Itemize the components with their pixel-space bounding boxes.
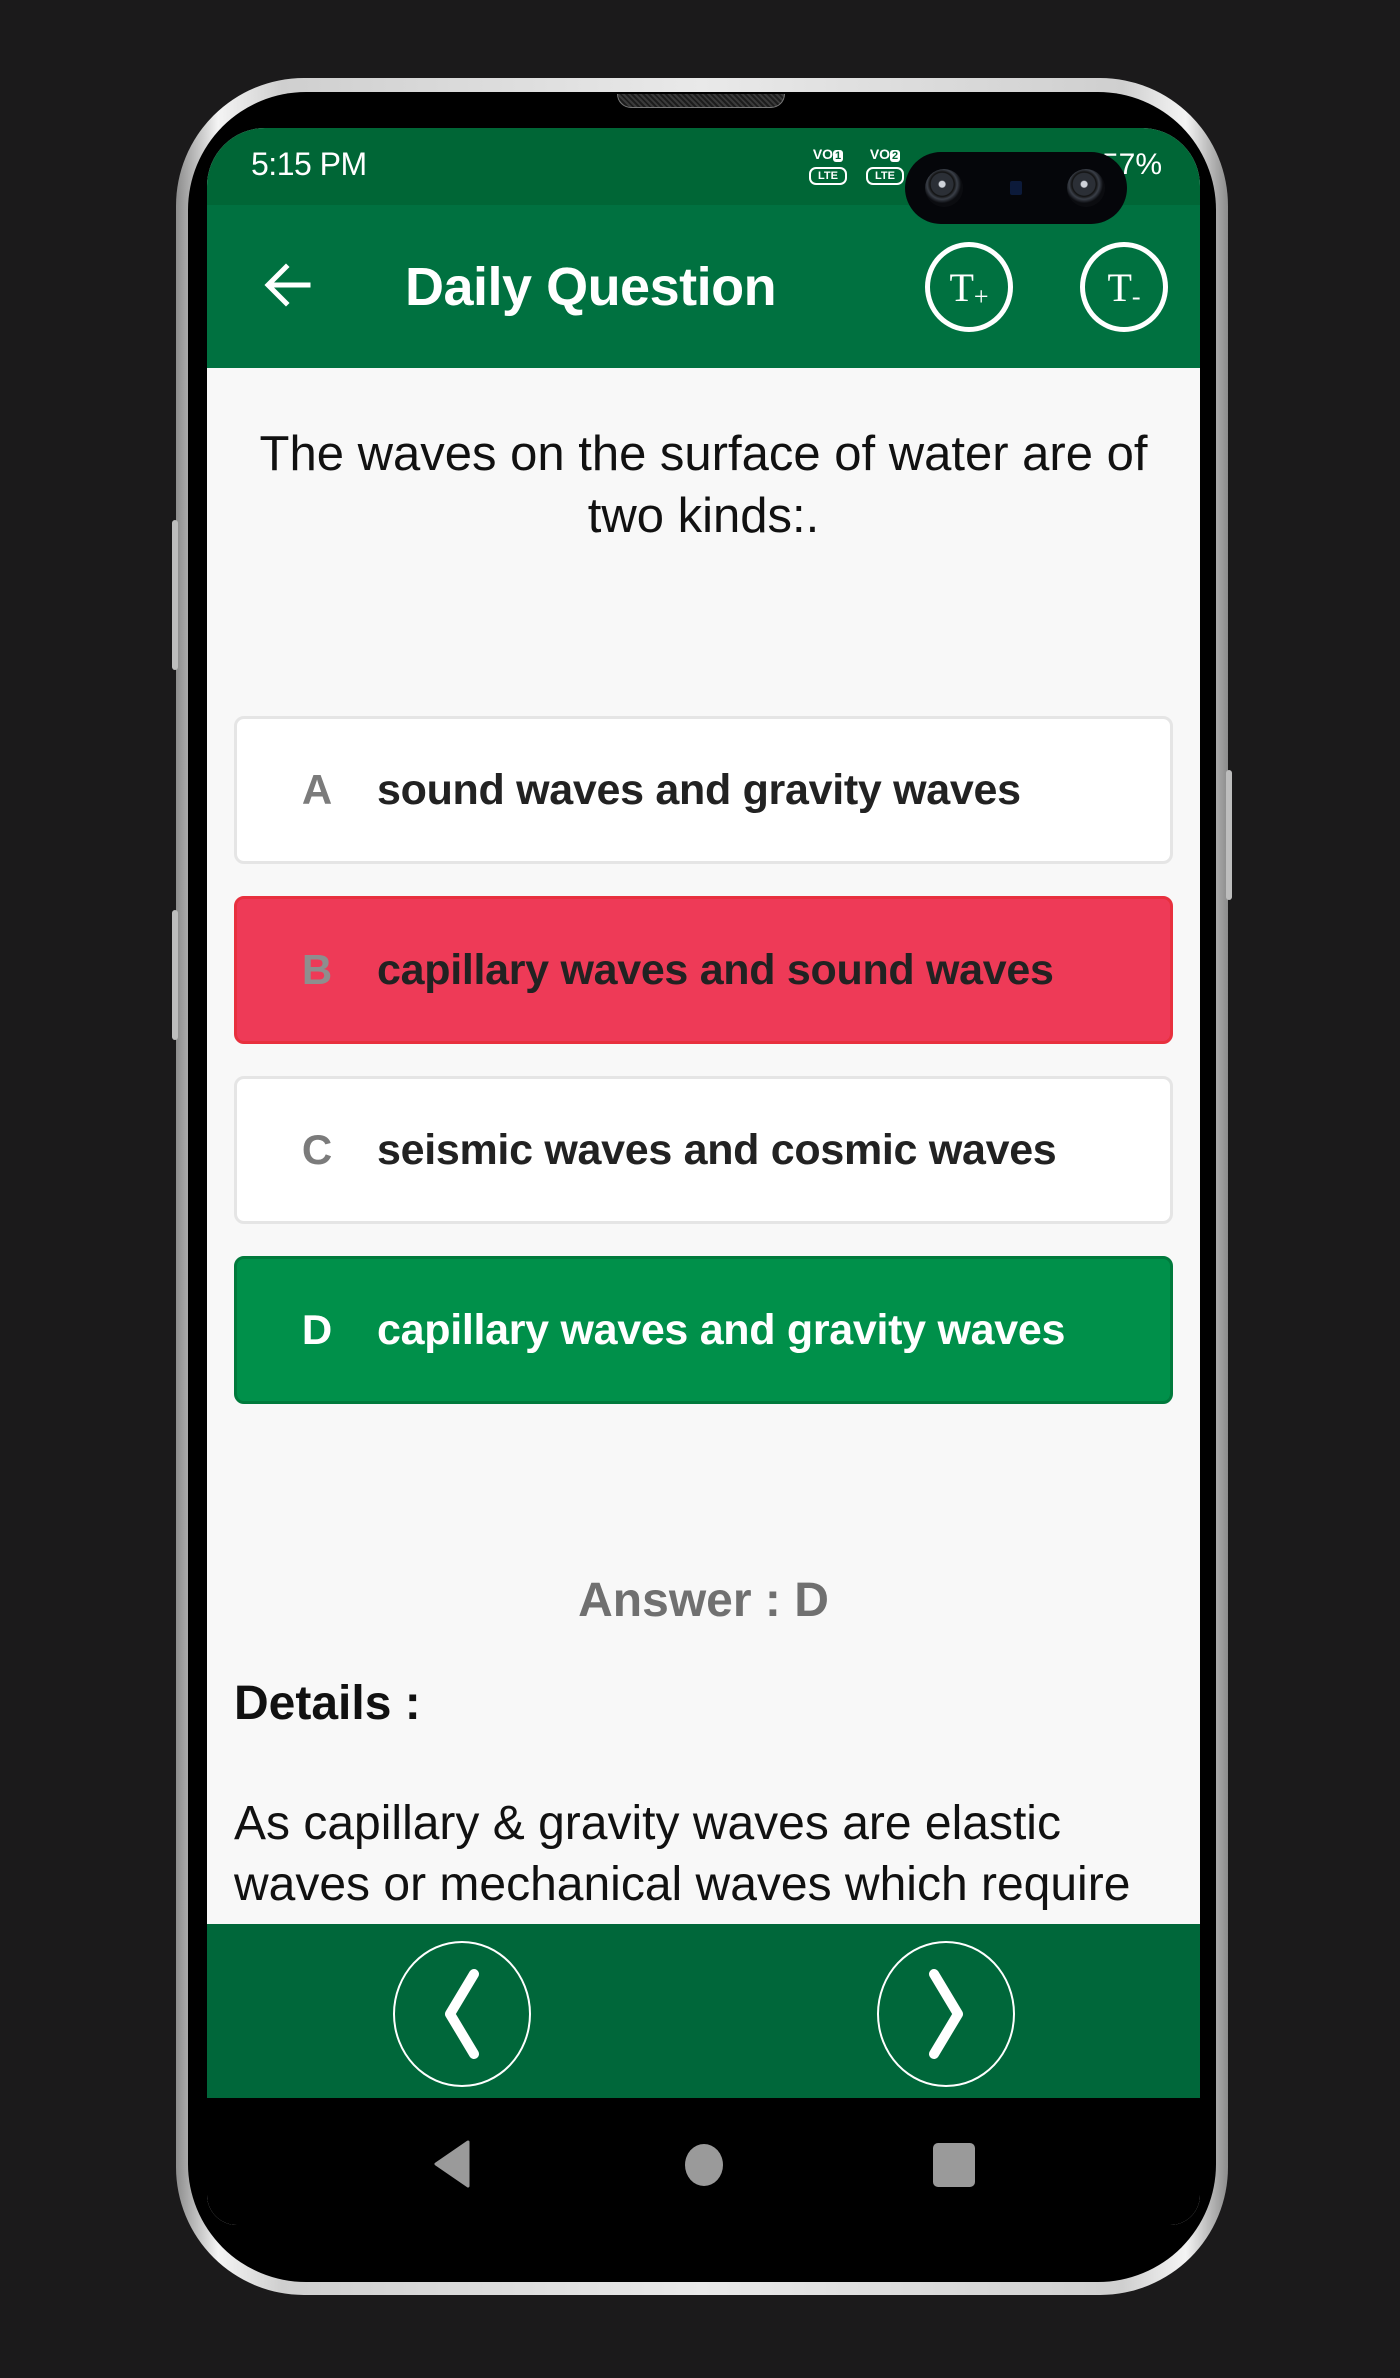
app-bar: Daily Question T+ T-	[207, 205, 1200, 368]
option-letter: A	[301, 766, 333, 813]
next-question-button[interactable]	[877, 1941, 1015, 2087]
option-letter: D	[301, 1306, 333, 1353]
sim2-slot: 2	[890, 150, 901, 162]
phone-side-button	[172, 910, 178, 1040]
system-nav-bar	[207, 2098, 1200, 2225]
phone-speaker-grille	[617, 94, 785, 108]
camera-cutout	[905, 152, 1127, 224]
sim1-network: LTE	[809, 167, 847, 185]
triangle-back-icon[interactable]	[432, 2140, 472, 2188]
option-letter: B	[301, 946, 333, 993]
details-body: As capillary & gravity waves are elastic…	[234, 1797, 1131, 1924]
page-title: Daily Question	[405, 257, 777, 317]
option-d[interactable]: D capillary waves and gravity waves	[234, 1256, 1173, 1404]
camera-lens-icon	[925, 169, 963, 207]
previous-question-button[interactable]	[393, 1941, 531, 2087]
question-content: The waves on the surface of water are of…	[207, 368, 1200, 1924]
option-c[interactable]: C seismic waves and cosmic waves	[234, 1076, 1173, 1224]
option-text: capillary waves and gravity waves	[377, 1305, 1066, 1354]
phone-side-button	[1226, 770, 1232, 900]
chevron-left-icon	[445, 1969, 479, 2059]
sim2-volte-icon: VO 2 LTE	[866, 146, 904, 186]
question-text: The waves on the surface of water are of…	[259, 427, 1148, 543]
bottom-nav	[207, 1924, 1200, 2098]
sim2-label: VO	[869, 146, 891, 162]
phone-screen: 5:15 PM VO 1 LTE VO 2 LTE 57% Daily Questi…	[207, 128, 1200, 2225]
option-b[interactable]: B capillary waves and sound waves	[234, 896, 1173, 1044]
option-a[interactable]: A sound waves and gravity waves	[234, 716, 1173, 864]
option-text: seismic waves and cosmic waves	[377, 1125, 1057, 1174]
answer-label: Answer : D	[578, 1574, 829, 1627]
decrease-font-button[interactable]: T-	[1080, 242, 1168, 332]
details-title: Details :	[234, 1677, 421, 1730]
sim1-volte-icon: VO 1 LTE	[809, 146, 847, 186]
font-increase-t: T	[949, 264, 974, 310]
option-text: capillary waves and sound waves	[377, 945, 1054, 994]
sim1-slot: 1	[833, 150, 844, 162]
status-time: 5:15 PM	[251, 146, 367, 182]
font-decrease-sign: -	[1131, 281, 1141, 311]
option-letter: C	[301, 1126, 333, 1173]
increase-font-button[interactable]: T+	[925, 242, 1013, 332]
arrow-left-icon	[264, 263, 311, 307]
square-recents-icon[interactable]	[933, 2143, 975, 2187]
circle-home-icon[interactable]	[685, 2144, 723, 2186]
camera-lens-icon	[1067, 169, 1105, 207]
back-button[interactable]	[257, 255, 317, 315]
sim2-network: LTE	[866, 167, 904, 185]
font-decrease-icon: T-	[1107, 264, 1140, 311]
font-increase-icon: T+	[949, 264, 988, 311]
phone-side-button	[172, 520, 178, 670]
option-text: sound waves and gravity waves	[377, 765, 1021, 814]
font-decrease-t: T	[1107, 264, 1132, 310]
chevron-right-icon	[929, 1969, 963, 2059]
sim1-label: VO	[812, 146, 834, 162]
camera-sensor-icon	[1010, 181, 1022, 195]
font-increase-sign: +	[973, 281, 989, 311]
